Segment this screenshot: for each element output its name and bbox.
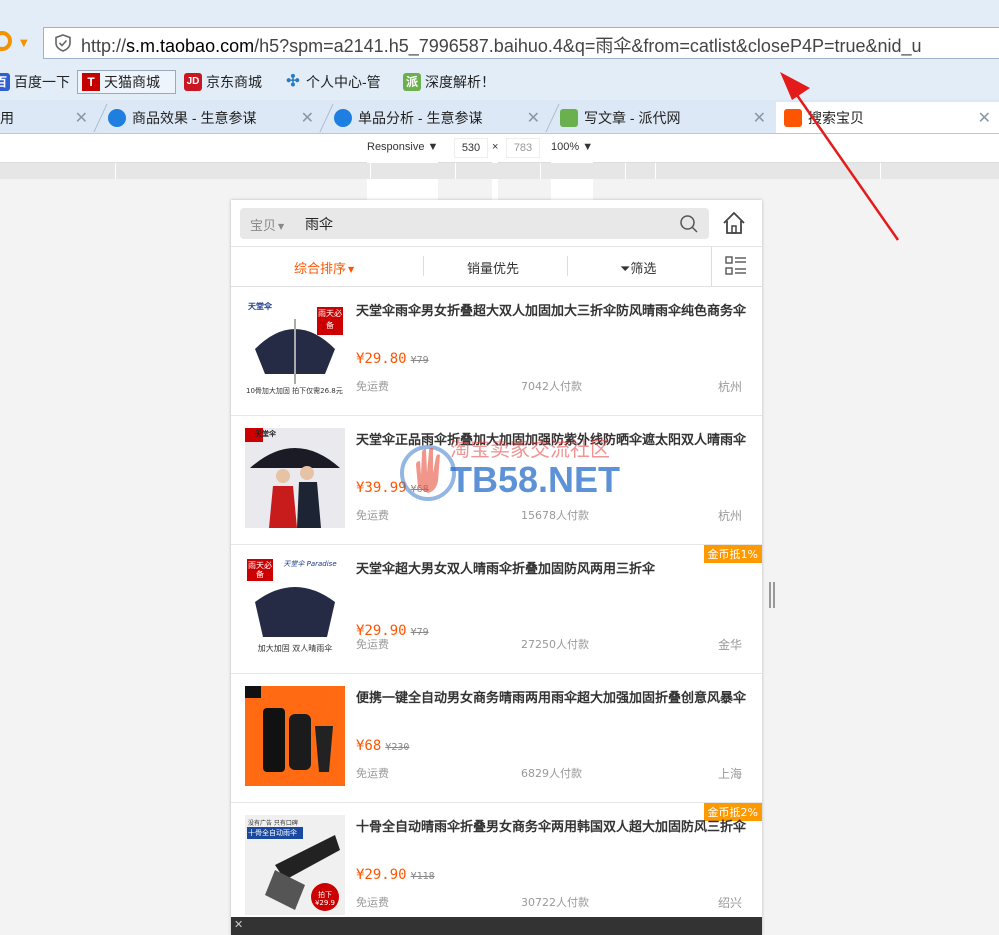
paid-count: 7042人付款 — [521, 380, 582, 393]
shipping-info: 免运费 — [356, 896, 389, 909]
shield-icon — [55, 34, 71, 52]
product-item[interactable]: 金币抵1% 雨天必备 天堂伞 Paradise 加大加固 双人晴雨伞 天堂伞超大… — [231, 545, 762, 674]
bottom-banner: ✕ — [231, 917, 762, 935]
url-input[interactable]: http://s.m.taobao.com/h5?spm=a2141.h5_79… — [43, 27, 999, 59]
tab-product-effect[interactable]: 商品效果 - 生意参谋 ✕ — [108, 102, 322, 133]
paid-count: 27250人付款 — [521, 638, 589, 651]
sort-sales[interactable]: 销量优先 — [467, 258, 519, 277]
shipping-info: 免运费 — [356, 767, 389, 780]
resize-handle[interactable] — [769, 582, 775, 608]
product-image[interactable]: 天堂伞 雨天必备 10骨加大加固 拍下仅需26.8元 — [245, 299, 345, 399]
viewport-height-input[interactable]: 783 — [506, 138, 540, 158]
home-icon[interactable] — [721, 210, 747, 236]
product-title[interactable]: 天堂伞正品雨伞折叠加大加固加强防紫外线防晒伞遮太阳双人晴雨伞 — [356, 430, 746, 452]
paid-count: 30722人付款 — [521, 896, 589, 909]
product-image[interactable]: 天堂伞 — [245, 428, 345, 528]
viewport-width-input[interactable]: 530 — [454, 138, 488, 158]
product-title[interactable]: 天堂伞雨伞男女折叠超大双人加固加大三折伞防风晴雨伞纯色商务伞 — [356, 301, 746, 323]
product-item[interactable]: 便携一键全自动男女商务晴雨两用雨伞超大加强加固折叠创意风暴伞 ¥68 ¥230 免… — [231, 674, 762, 803]
search-icon[interactable] — [679, 214, 699, 234]
shipping-info: 免运费 — [356, 638, 389, 651]
product-item[interactable]: 天堂伞 雨天必备 10骨加大加固 拍下仅需26.8元 天堂伞雨伞男女折叠超大双人… — [231, 287, 762, 416]
product-item[interactable]: 金币抵2% 没有广告 只有口碑 十骨全自动雨伞 拍下 ¥29.9 十骨全自动晴雨… — [231, 803, 762, 932]
product-title[interactable]: 天堂伞超大男女双人晴雨伞折叠加固防风两用三折伞 — [356, 559, 746, 581]
bookmarks-bar: 百 百度一下 T 天猫商城 JD 京东商城 ✣ 个人中心-管 派 深度解析！ — [0, 64, 999, 100]
paidai-icon — [560, 108, 578, 127]
baidu-icon: 百 — [0, 73, 10, 91]
product-list: 天堂伞 雨天必备 10骨加大加固 拍下仅需26.8元 天堂伞雨伞男女折叠超大双人… — [231, 287, 762, 932]
tab-partial[interactable]: 用 ✕ — [0, 102, 96, 133]
tmall-icon: T — [82, 73, 100, 91]
close-icon[interactable]: ✕ — [978, 108, 991, 128]
close-icon[interactable]: ✕ — [301, 108, 314, 128]
product-price: ¥39.99 ¥68 — [356, 480, 429, 496]
tab-write-article[interactable]: 写文章 - 派代网 ✕ — [560, 102, 774, 133]
joomla-icon: ✣ — [286, 73, 300, 90]
product-location: 上海 — [717, 767, 742, 781]
sort-bar: 综合排序 ▼ 销量优先 ⏷筛选 — [231, 246, 762, 287]
filter-button[interactable]: ⏷筛选 — [620, 258, 656, 277]
close-icon[interactable]: ✕ — [75, 108, 88, 128]
address-bar-area: ▼ http://s.m.taobao.com/h5?spm=a2141.h5_… — [0, 0, 999, 64]
mobile-viewport: 宝贝 ▼ 雨伞 综合排序 ▼ 销量优先 ⏷筛选 天堂伞 雨天必备 10骨加大加固… — [231, 200, 762, 935]
funnel-icon: ⏷ — [620, 262, 631, 277]
close-icon[interactable]: ✕ — [527, 108, 540, 128]
paid-count: 6829人付款 — [521, 767, 582, 780]
tab-single-analysis[interactable]: 单品分析 - 生意参谋 ✕ — [334, 102, 548, 133]
sort-comprehensive[interactable]: 综合排序 ▼ — [294, 258, 354, 277]
product-title[interactable]: 十骨全自动晴雨伞折叠男女商务伞两用韩国双人超大加固防风三折伞 — [356, 817, 746, 839]
taobao-icon — [784, 108, 802, 127]
product-location: 金华 — [717, 638, 742, 652]
device-toolbar: Responsive ▼ 530 × 783 100% ▼ — [0, 134, 999, 270]
product-title[interactable]: 便携一键全自动男女商务晴雨两用雨伞超大加强加固折叠创意风暴伞 — [356, 688, 746, 710]
browser-logo-icon[interactable] — [0, 31, 12, 51]
product-price: ¥68 ¥230 — [356, 738, 410, 754]
umbrella-couple-image — [245, 428, 340, 528]
search-category-select[interactable]: 宝贝 ▼ — [250, 215, 284, 234]
search-bar: 宝贝 ▼ 雨伞 — [231, 200, 762, 247]
shipping-info: 免运费 — [356, 509, 389, 522]
tab-search-items[interactable]: 搜索宝贝 ✕ — [776, 102, 999, 133]
compass-icon — [334, 108, 352, 127]
paidai-icon: 派 — [403, 73, 421, 91]
close-icon[interactable]: ✕ — [753, 108, 766, 128]
chevron-down-icon[interactable]: ▼ — [20, 38, 28, 49]
product-item[interactable]: 天堂伞 天堂伞正品雨伞折叠加大加固加强防紫外线防晒伞遮太阳双人晴雨伞 ¥39.9… — [231, 416, 762, 545]
umbrella-box-image — [245, 686, 333, 772]
product-location: 杭州 — [717, 380, 742, 394]
jd-icon: JD — [184, 73, 202, 91]
url-text: http://s.m.taobao.com/h5?spm=a2141.h5_79… — [81, 36, 922, 56]
media-query-ruler — [0, 163, 999, 179]
product-image[interactable] — [245, 686, 345, 786]
compass-icon — [108, 108, 126, 127]
bookmark-jd[interactable]: JD 京东商城 — [184, 70, 262, 94]
bookmark-personal-center[interactable]: ✣ 个人中心-管 — [284, 70, 380, 94]
tab-strip: 用 ✕ 商品效果 - 生意参谋 ✕ 单品分析 - 生意参谋 ✕ 写文章 - 派代… — [0, 100, 999, 134]
shipping-info: 免运费 — [356, 380, 389, 393]
bookmark-paidai[interactable]: 派 深度解析！ — [403, 70, 495, 94]
paid-count: 15678人付款 — [521, 509, 589, 522]
close-icon[interactable]: ✕ — [234, 918, 243, 931]
product-location: 杭州 — [717, 509, 742, 523]
product-image[interactable]: 没有广告 只有口碑 十骨全自动雨伞 拍下 ¥29.9 — [245, 815, 345, 915]
search-query: 雨伞 — [305, 217, 333, 233]
list-view-icon[interactable] — [725, 255, 747, 277]
product-price: ¥29.80 ¥79 — [356, 351, 429, 367]
bookmark-tmall[interactable]: T 天猫商城 — [77, 70, 176, 94]
search-input[interactable]: 宝贝 ▼ 雨伞 — [240, 208, 709, 239]
product-location: 绍兴 — [717, 896, 742, 910]
product-price: ¥29.90 ¥118 — [356, 867, 435, 883]
bookmark-baidu[interactable]: 百 百度一下 — [0, 70, 70, 94]
product-image[interactable]: 雨天必备 天堂伞 Paradise 加大加固 双人晴雨伞 — [245, 557, 345, 657]
